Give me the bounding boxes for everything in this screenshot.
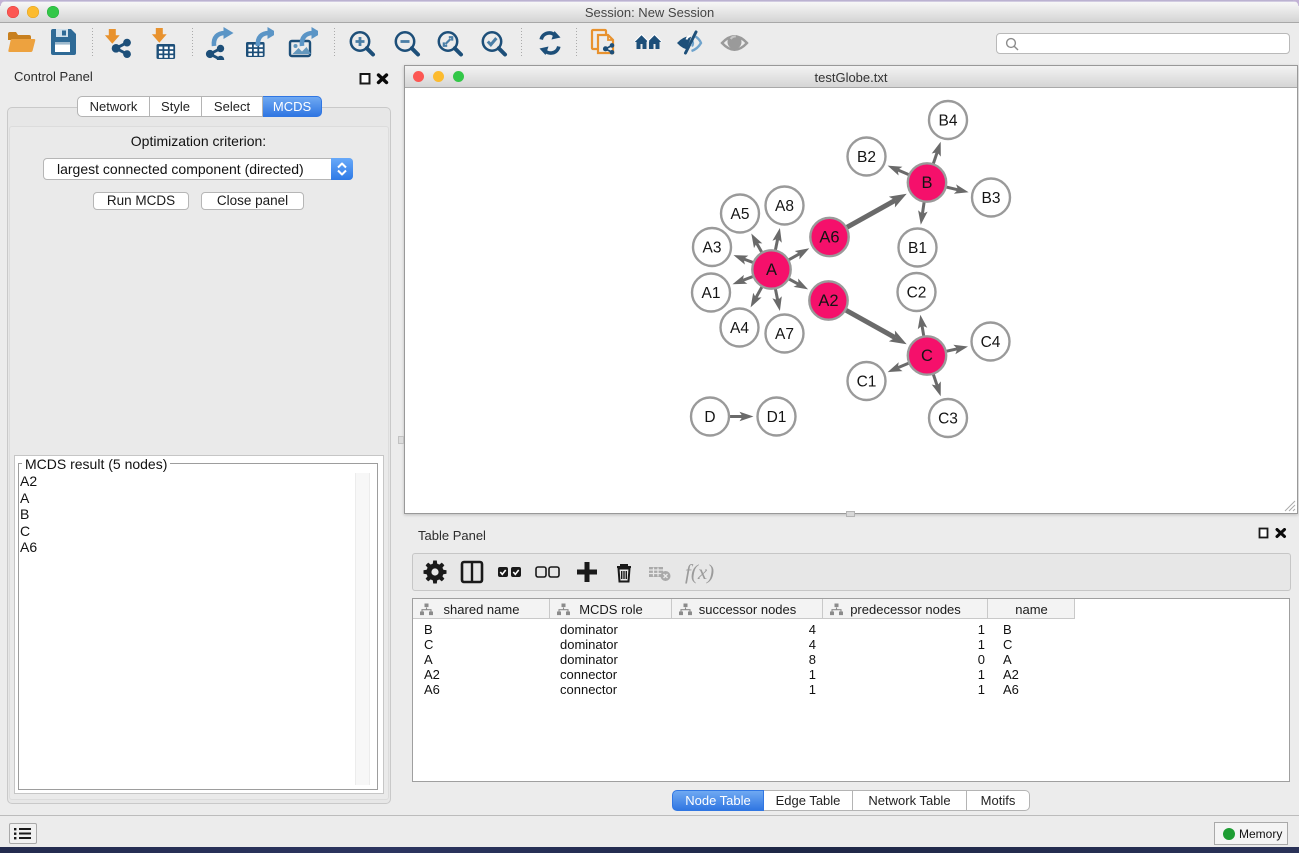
svg-text:A5: A5 (731, 206, 750, 223)
svg-text:C1: C1 (857, 373, 877, 390)
svg-text:C4: C4 (981, 334, 1001, 351)
svg-text:A2: A2 (818, 292, 838, 310)
svg-text:A7: A7 (775, 326, 794, 343)
svg-text:A8: A8 (775, 198, 794, 215)
svg-text:A3: A3 (703, 239, 722, 256)
svg-text:A: A (766, 261, 777, 279)
svg-text:B3: B3 (982, 190, 1001, 207)
svg-text:C2: C2 (907, 284, 927, 301)
svg-text:B4: B4 (939, 112, 958, 129)
svg-text:B2: B2 (857, 149, 876, 166)
svg-text:D: D (704, 409, 715, 426)
svg-text:C3: C3 (938, 410, 958, 427)
svg-text:C: C (921, 347, 933, 365)
svg-text:B: B (921, 174, 932, 192)
svg-text:B1: B1 (908, 240, 927, 257)
svg-text:D1: D1 (767, 409, 787, 426)
svg-text:A1: A1 (702, 285, 721, 302)
svg-text:A6: A6 (819, 228, 839, 246)
svg-text:A4: A4 (730, 320, 749, 337)
